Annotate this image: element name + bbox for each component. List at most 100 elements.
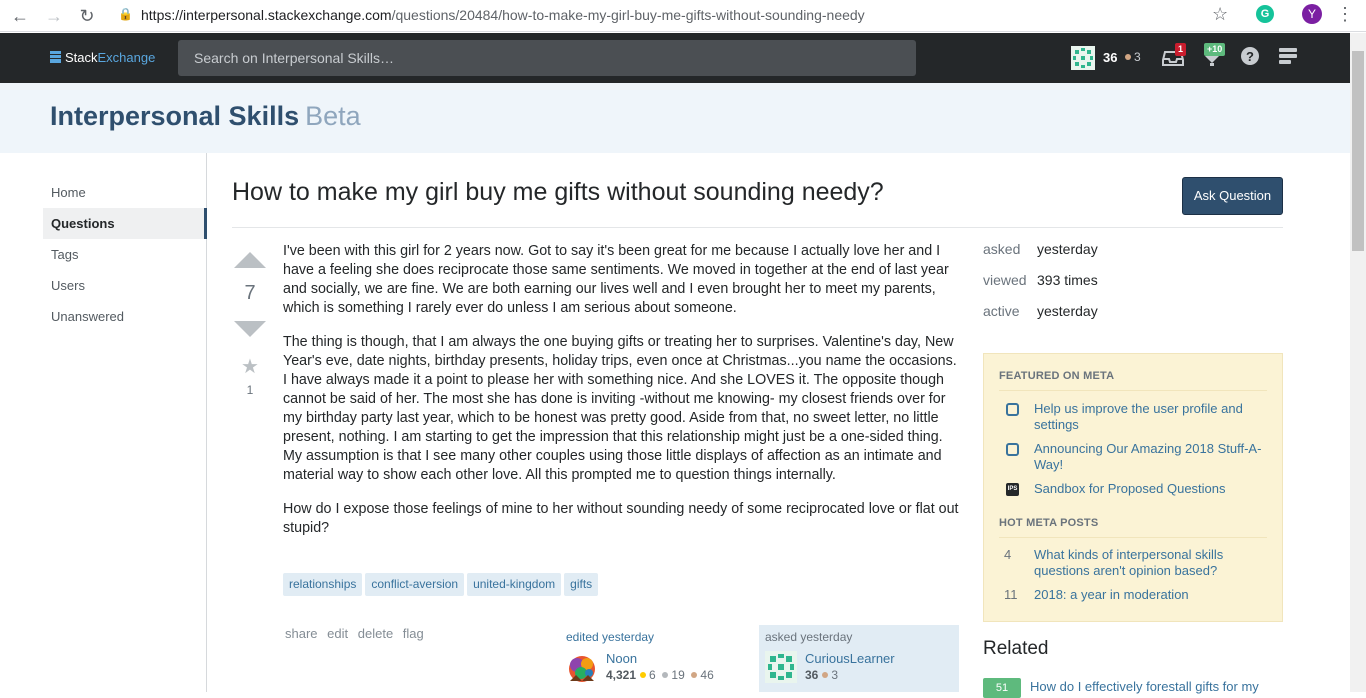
hot-meta-link[interactable]: 2018: a year in moderation bbox=[1034, 587, 1264, 603]
hot-meta-link[interactable]: What kinds of interpersonal skills quest… bbox=[1034, 547, 1264, 579]
reload-icon[interactable]: ↻ bbox=[75, 4, 99, 28]
bookmark-star-icon[interactable]: ☆ bbox=[1212, 4, 1228, 25]
downvote-arrow-icon[interactable] bbox=[234, 321, 266, 337]
stat-asked-label: asked bbox=[983, 241, 1021, 257]
browser-menu-icon[interactable]: ⋮ bbox=[1336, 4, 1354, 25]
tag-conflict-aversion[interactable]: conflict-aversion bbox=[365, 573, 465, 596]
browser-profile-avatar[interactable]: Y bbox=[1302, 4, 1322, 24]
site-switcher-icon[interactable] bbox=[1276, 46, 1300, 70]
stat-active-label: active bbox=[983, 303, 1020, 319]
browser-toolbar: ← → ↻ 🔒 https://interpersonal.stackexcha… bbox=[0, 0, 1366, 32]
silver-badge-icon bbox=[662, 672, 669, 678]
bronze-badge-count: 46 bbox=[700, 668, 714, 682]
body-paragraph: I've been with this girl for 2 years now… bbox=[283, 243, 949, 316]
featured-meta-link[interactable]: Sandbox for Proposed Questions bbox=[1034, 481, 1264, 497]
meta-divider bbox=[999, 390, 1267, 391]
owner-reputation: 36 3 bbox=[805, 668, 838, 682]
nav-item-unanswered[interactable]: Unanswered bbox=[43, 301, 207, 332]
editor-name[interactable]: Noon bbox=[606, 651, 637, 666]
editor-rep-value: 4,321 bbox=[606, 668, 637, 682]
forward-arrow-icon[interactable]: → bbox=[42, 4, 66, 28]
featured-meta-link[interactable]: Announcing Our Amazing 2018 Stuff-A-Way! bbox=[1034, 441, 1264, 473]
site-topbar: StackExchange Search on Interpersonal Sk… bbox=[0, 33, 1350, 83]
meta-divider bbox=[999, 537, 1267, 538]
nav-item-questions[interactable]: Questions bbox=[43, 208, 207, 239]
favorite-star-icon[interactable]: ★ bbox=[240, 354, 260, 379]
editor-reputation: 4,321 6 19 46 bbox=[606, 668, 714, 682]
bronze-badge-count: 3 bbox=[831, 668, 839, 682]
related-score-badge: 51 bbox=[983, 678, 1021, 698]
edited-time[interactable]: edited yesterday bbox=[566, 630, 744, 644]
inbox-count-badge: 1 bbox=[1175, 43, 1187, 56]
grammarly-extension-icon[interactable]: G bbox=[1256, 5, 1274, 23]
hot-meta-score: 4 bbox=[1004, 547, 1012, 562]
upvote-arrow-icon[interactable] bbox=[234, 252, 266, 268]
speech-bubble-icon bbox=[1006, 403, 1019, 416]
hot-meta-score: 11 bbox=[1004, 587, 1018, 602]
body-paragraph: The thing is though, that I am always th… bbox=[283, 334, 957, 483]
achievements-count-badge: +10 bbox=[1204, 43, 1226, 56]
editor-signature: edited yesterday Noon 4,321 6 19 46 bbox=[560, 625, 750, 685]
bronze-badge-icon bbox=[822, 672, 829, 678]
stat-viewed-value: 393 times bbox=[1037, 272, 1098, 288]
community-bulletin: FEATURED ON META Help us improve the use… bbox=[983, 353, 1283, 622]
logo-exchange-text: Exchange bbox=[97, 50, 156, 65]
logo-stack-text: Stack bbox=[65, 50, 98, 65]
ask-question-button[interactable]: Ask Question bbox=[1182, 177, 1283, 215]
page-scrollbar[interactable] bbox=[1350, 33, 1366, 692]
owner-signature: asked yesterday CuriousLearner 36 3 bbox=[759, 625, 959, 692]
svg-text:?: ? bbox=[1246, 49, 1254, 64]
editor-avatar[interactable] bbox=[566, 651, 598, 683]
question-body: I've been with this girl for 2 years now… bbox=[283, 242, 960, 553]
tag-united-kingdom[interactable]: united-kingdom bbox=[467, 573, 562, 596]
gold-badge-icon bbox=[640, 672, 647, 678]
body-paragraph: How do I expose those feelings of mine t… bbox=[283, 501, 959, 536]
hot-meta-heading: HOT META POSTS bbox=[999, 517, 1099, 529]
stackexchange-logo[interactable]: StackExchange bbox=[50, 50, 155, 65]
address-bar[interactable]: https://interpersonal.stackexchange.com/… bbox=[141, 7, 865, 23]
favorite-count: 1 bbox=[246, 383, 254, 397]
site-header: Interpersonal Skills Beta bbox=[0, 83, 1350, 153]
question-title[interactable]: How to make my girl buy me gifts without… bbox=[232, 178, 884, 207]
share-link[interactable]: share bbox=[285, 626, 318, 641]
featured-meta-link[interactable]: Help us improve the user profile and set… bbox=[1034, 401, 1264, 433]
flag-link[interactable]: flag bbox=[403, 626, 424, 641]
edit-link[interactable]: edit bbox=[327, 626, 348, 641]
help-icon[interactable]: ? bbox=[1238, 46, 1262, 70]
bronze-badge-count: 3 bbox=[1125, 50, 1141, 64]
bronze-badge-icon bbox=[691, 672, 698, 678]
tag-relationships[interactable]: relationships bbox=[283, 573, 363, 596]
ips-site-icon: IPS bbox=[1006, 483, 1019, 496]
stat-active-value[interactable]: yesterday bbox=[1037, 303, 1098, 319]
tag-gifts[interactable]: gifts bbox=[564, 573, 599, 596]
owner-avatar[interactable] bbox=[765, 651, 797, 683]
title-divider bbox=[232, 227, 1283, 228]
site-name-text: Interpersonal Skills bbox=[50, 101, 300, 131]
user-avatar[interactable] bbox=[1071, 46, 1095, 70]
user-reputation[interactable]: 36 bbox=[1103, 50, 1117, 65]
speech-bubble-icon bbox=[1006, 443, 1019, 456]
asked-time[interactable]: asked yesterday bbox=[765, 630, 953, 644]
nav-item-tags[interactable]: Tags bbox=[43, 239, 207, 270]
beta-label: Beta bbox=[305, 101, 361, 131]
back-arrow-icon[interactable]: ← bbox=[8, 4, 32, 28]
site-title[interactable]: Interpersonal Skills Beta bbox=[50, 101, 361, 132]
silver-badge-count: 19 bbox=[671, 668, 685, 682]
url-path: /questions/20484/how-to-make-my-girl-buy… bbox=[391, 7, 865, 23]
stat-viewed-label: viewed bbox=[983, 272, 1027, 288]
featured-meta-heading: FEATURED ON META bbox=[999, 370, 1115, 382]
tag-list: relationships conflict-aversion united-kin… bbox=[283, 573, 601, 596]
vote-count: 7 bbox=[244, 282, 256, 304]
stackexchange-mark-icon bbox=[50, 51, 61, 63]
lock-icon: 🔒 bbox=[118, 7, 133, 21]
nav-item-home[interactable]: Home bbox=[43, 177, 207, 208]
search-input[interactable]: Search on Interpersonal Skills… bbox=[178, 40, 916, 76]
nav-item-users[interactable]: Users bbox=[43, 270, 207, 301]
owner-rep-value: 36 bbox=[805, 668, 819, 682]
delete-link[interactable]: delete bbox=[358, 626, 393, 641]
left-sidebar: Home Questions Tags Users Unanswered bbox=[0, 153, 207, 692]
owner-name[interactable]: CuriousLearner bbox=[805, 651, 895, 666]
scrollbar-thumb[interactable] bbox=[1352, 51, 1364, 251]
stat-asked-value[interactable]: yesterday bbox=[1037, 241, 1098, 257]
bronze-badge-value: 3 bbox=[1134, 50, 1141, 64]
